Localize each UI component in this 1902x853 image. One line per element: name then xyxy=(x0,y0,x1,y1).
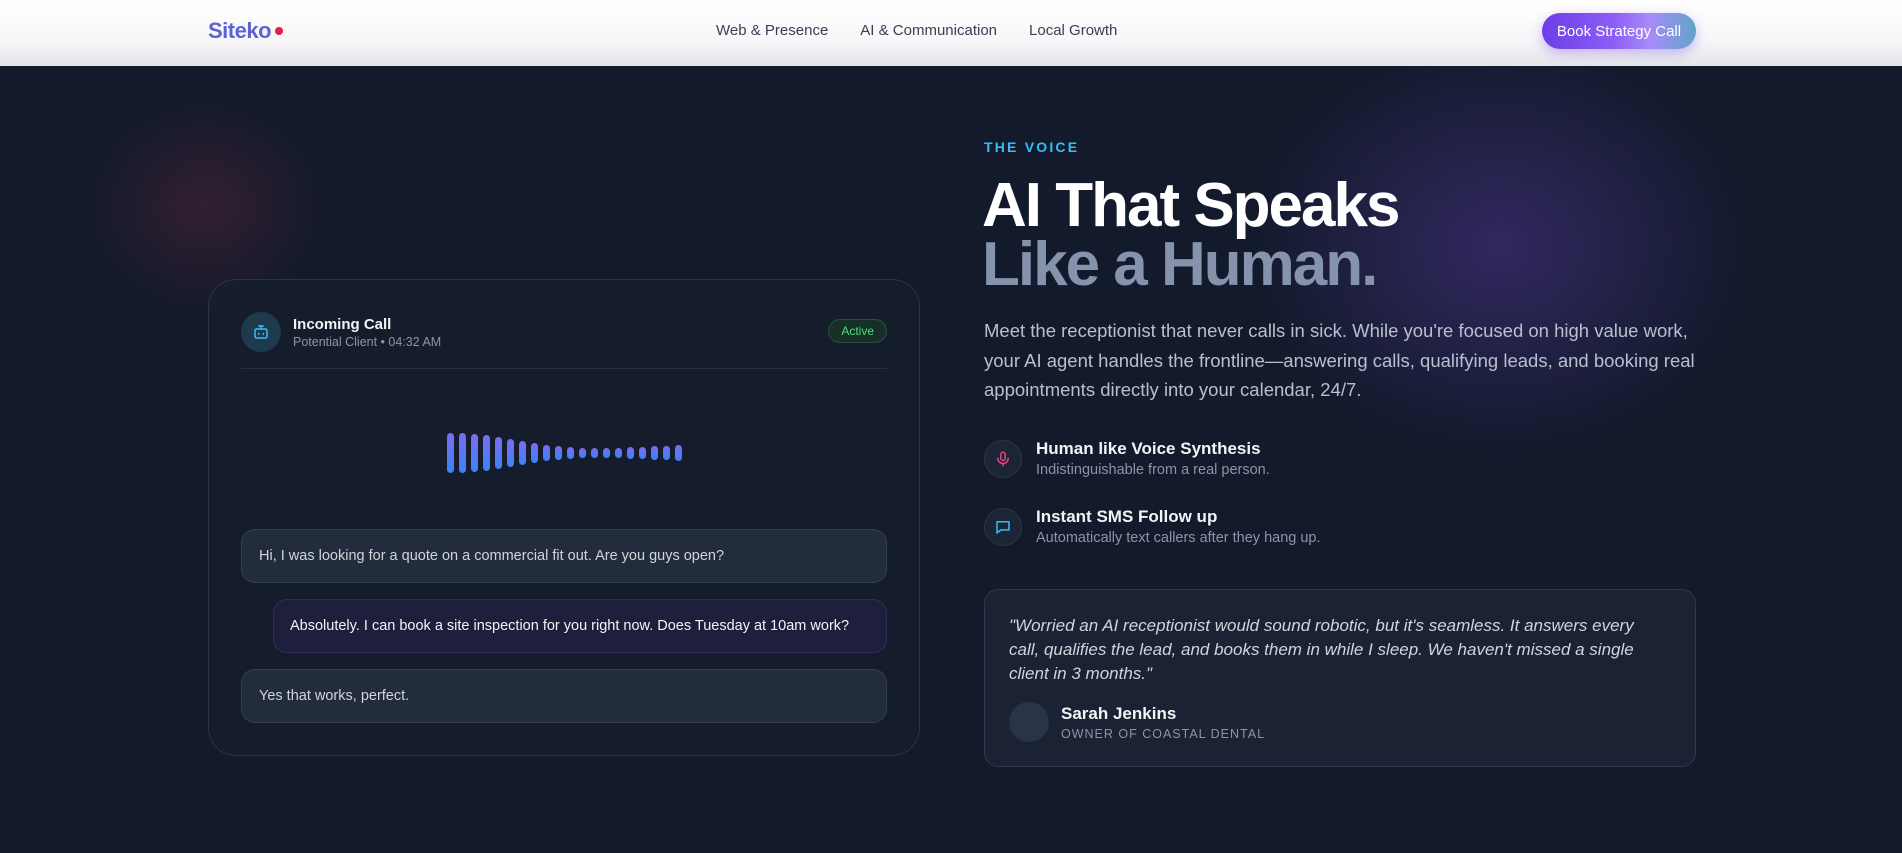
feature-subtitle-sms: Automatically text callers after they ha… xyxy=(1036,530,1321,546)
wave-bar xyxy=(567,447,574,459)
headline-line-2: Like a Human. xyxy=(982,230,1378,299)
wave-bar xyxy=(519,441,526,465)
feature-title-sms: Instant SMS Follow up xyxy=(1036,507,1218,526)
nav-link-web-presence[interactable]: Web & Presence xyxy=(716,22,828,39)
wave-bar xyxy=(579,448,586,458)
incoming-call-card: Incoming Call Potential Client • 04:32 A… xyxy=(208,279,920,756)
wave-bar xyxy=(639,447,646,459)
wave-bar xyxy=(459,433,466,473)
microphone-icon xyxy=(984,440,1022,478)
chat-bubble-icon xyxy=(984,508,1022,546)
top-navbar: Siteko Web & Presence AI & Communication… xyxy=(0,0,1902,66)
wave-bar xyxy=(603,448,610,458)
testimonial-card: "Worried an AI receptionist would sound … xyxy=(984,589,1696,767)
wave-bar xyxy=(615,448,622,458)
wave-bar xyxy=(627,447,634,459)
wave-bar xyxy=(543,445,550,461)
headline-line-1: AI That Speaks xyxy=(982,171,1400,240)
card-divider xyxy=(241,368,887,369)
call-subtitle: Potential Client • 04:32 AM xyxy=(293,335,442,349)
hero-description: Meet the receptionist that never calls i… xyxy=(984,320,1695,400)
ai-agent-message: Absolutely. I can book a site inspection… xyxy=(273,599,887,653)
nav-link-ai-communication[interactable]: AI & Communication xyxy=(860,22,997,39)
wave-bar xyxy=(483,435,490,471)
feature-subtitle-voice: Indistinguishable from a real person. xyxy=(1036,462,1270,478)
testimonial-quote: "Worried an AI receptionist would sound … xyxy=(1009,616,1634,683)
wave-bar xyxy=(555,446,562,460)
testimonial-author-role: OWNER OF COASTAL DENTAL xyxy=(1061,727,1266,741)
book-strategy-call-button[interactable]: Book Strategy Call xyxy=(1542,13,1696,49)
status-badge: Active xyxy=(828,319,887,343)
logo-dot xyxy=(275,27,283,35)
caller-message: Hi, I was looking for a quote on a comme… xyxy=(241,529,887,583)
wave-bar xyxy=(663,446,670,460)
site-logo[interactable]: Siteko xyxy=(208,18,272,44)
audio-waveform xyxy=(447,433,682,473)
hero-section: Incoming Call Potential Client • 04:32 A… xyxy=(0,66,1902,853)
wave-bar xyxy=(675,445,682,461)
wave-bar xyxy=(495,437,502,469)
section-eyebrow: THE VOICE xyxy=(984,139,1080,155)
avatar xyxy=(1009,702,1049,742)
wave-bar xyxy=(447,433,454,473)
caller-message: Yes that works, perfect. xyxy=(241,669,887,723)
nav-links: Web & Presence AI & Communication Local … xyxy=(716,22,1117,39)
call-title: Incoming Call xyxy=(293,316,392,333)
nav-link-local-growth[interactable]: Local Growth xyxy=(1029,22,1117,39)
wave-bar xyxy=(507,439,514,467)
wave-bar xyxy=(531,443,538,463)
wave-bar xyxy=(651,446,658,460)
wave-bar xyxy=(471,434,478,472)
robot-icon xyxy=(241,312,281,352)
wave-bar xyxy=(591,448,598,458)
feature-title-voice: Human like Voice Synthesis xyxy=(1036,439,1261,458)
testimonial-author-name: Sarah Jenkins xyxy=(1061,704,1177,723)
